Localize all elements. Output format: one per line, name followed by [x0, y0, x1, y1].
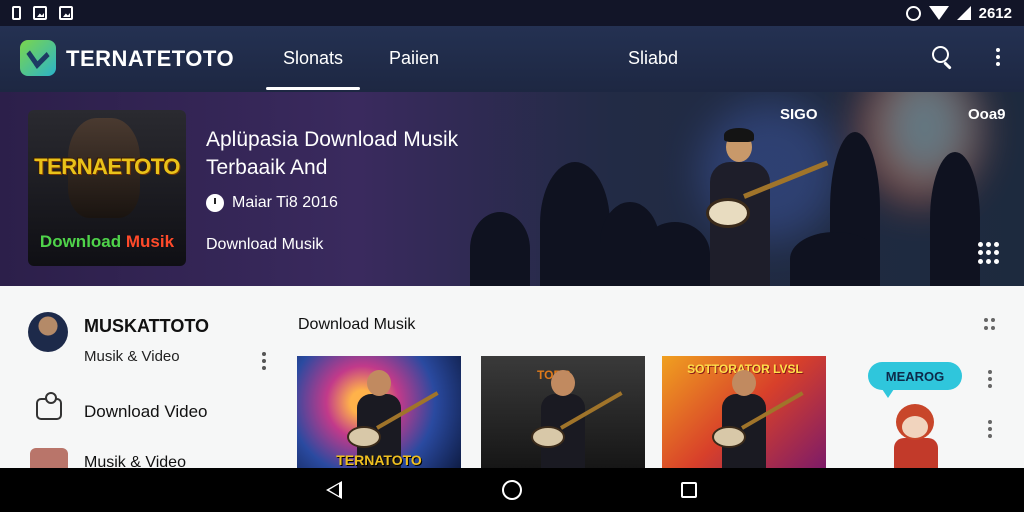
download-video-icon: [36, 392, 62, 420]
clock-icon: [206, 194, 224, 212]
status-left-icons: [12, 6, 73, 20]
more-options-icon[interactable]: [996, 48, 1000, 66]
circle-icon: [905, 5, 921, 21]
sidebar-item-music-video[interactable]: Musik & Video: [84, 454, 186, 468]
cover-subtitle: Download Musik: [39, 232, 175, 251]
hero-guitarist-image: [700, 128, 829, 286]
music-card[interactable]: SOTTORATOR LVSL: [662, 356, 826, 468]
app-bar: TERNATETOTO Slonats Paiien Sliabd: [0, 26, 1024, 92]
hero-date: Maiar Ti8 2016: [232, 194, 338, 211]
cover-title: TERNAETOTO: [34, 154, 180, 179]
tab-sliabd[interactable]: Sliabd: [628, 48, 678, 69]
section-options-icon[interactable]: [984, 318, 996, 330]
crowd-silhouette: [930, 152, 980, 286]
signal-icon: [956, 6, 971, 20]
navigation-bar: [0, 468, 1024, 512]
card-more-icon[interactable]: [988, 370, 992, 388]
guitarist-image: [712, 370, 804, 468]
status-bar: 2612: [0, 0, 1024, 26]
recents-icon[interactable]: [681, 482, 697, 498]
phone-icon: [12, 6, 21, 20]
hero-category: Download Musik: [206, 236, 324, 253]
music-card[interactable]: TORB: [481, 356, 645, 468]
status-time: 2612: [978, 4, 1012, 22]
sidebar-more-icon[interactable]: [262, 352, 266, 370]
hero-overlay-text: SIGO: [780, 106, 818, 123]
sidebar-subtitle: Musik & Video: [84, 348, 180, 365]
album-cover[interactable]: TERNAETOTO Download Musik: [28, 110, 186, 266]
back-icon[interactable]: [326, 481, 342, 499]
avatar[interactable]: [28, 312, 68, 352]
crowd-silhouette: [790, 232, 880, 286]
grid-menu-icon[interactable]: [978, 242, 1000, 264]
crowd-silhouette: [470, 212, 530, 286]
search-icon[interactable]: [932, 46, 954, 70]
app-brand: TERNATETOTO: [66, 46, 235, 71]
tab-paiien[interactable]: Paiien: [389, 48, 439, 69]
content-area: MUSKATTOTO Musik & Video Download Video …: [0, 286, 1024, 468]
image-icon: [33, 6, 47, 20]
tab-active-indicator: [266, 87, 360, 90]
gallery-icon: [59, 6, 73, 20]
wifi-icon: [928, 6, 949, 20]
section-title: Download Musik: [298, 316, 416, 333]
home-icon[interactable]: [502, 480, 522, 500]
hero-overlay-text: Ooa9: [968, 106, 1006, 123]
app-logo-icon[interactable]: [20, 40, 56, 76]
tab-slonats[interactable]: Slonats: [283, 48, 343, 69]
status-right-icons: 2612: [905, 4, 1012, 22]
music-video-icon: [30, 448, 68, 468]
music-card[interactable]: TERNATOTO: [297, 356, 461, 468]
hero-banner[interactable]: TERNAETOTO Download Musik Aplüpasia Down…: [0, 92, 1024, 286]
speech-bubble: MEAROG: [868, 362, 962, 398]
sidebar-title: MUSKATTOTO: [84, 316, 209, 336]
hero-meta: Maiar Ti8 2016: [206, 194, 338, 212]
mascot-image: [890, 402, 942, 468]
sidebar-item-download-video[interactable]: Download Video: [84, 402, 208, 422]
card-label: TERNATOTO: [336, 452, 422, 468]
hero-title: Aplüpasia Download Musik Terbaaik And: [206, 128, 459, 179]
guitarist-image: [531, 370, 623, 468]
card-more-icon[interactable]: [988, 420, 992, 438]
